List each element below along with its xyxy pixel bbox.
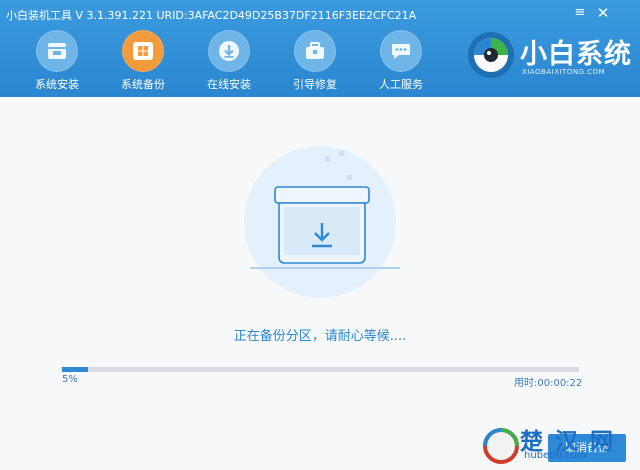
watermark-logo-icon: [483, 428, 519, 464]
nav-manual-service[interactable]: 人工服务: [363, 30, 439, 92]
status-text: 正在备份分区，请耐心等候....: [233, 329, 407, 344]
logo-mark-icon: [468, 32, 514, 78]
logo-subtitle: XIAOBAIXITONG.COM: [522, 68, 606, 76]
system-install-icon: [36, 30, 78, 72]
main-panel: 正在备份分区，请耐心等候.... 5% 用时:00:00:22 取消备份: [0, 97, 640, 470]
nav-label: 系统备份: [121, 78, 165, 91]
windows-backup-icon: [122, 30, 164, 72]
watermark-sub: hubeb0.com: [524, 450, 587, 461]
nav-label: 引导修复: [293, 78, 337, 91]
progress-fill: [62, 367, 88, 372]
nav-boot-repair[interactable]: 引导修复: [277, 30, 353, 92]
nav-online-install[interactable]: 在线安装: [191, 30, 267, 92]
nav-label: 在线安装: [207, 78, 251, 91]
download-circle-icon: [208, 30, 250, 72]
nav-label: 系统安装: [35, 78, 79, 91]
nav-label: 人工服务: [379, 78, 423, 91]
brand-logo: 小白系统 XIAOBAIXITONG.COM: [466, 28, 636, 88]
close-icon[interactable]: ✕: [594, 4, 612, 22]
backup-illustration-icon: [244, 146, 400, 298]
header-bar: 小白装机工具 V 3.1.391.221 URID:3AFAC2D49D25B3…: [0, 0, 640, 97]
nav-system-install[interactable]: 系统安装: [19, 30, 95, 92]
chat-icon: [380, 30, 422, 72]
elapsed-time: 用时:00:00:22: [514, 378, 583, 389]
watermark: 楚 汉 网 hubeb0.com: [480, 420, 640, 470]
window-title: 小白装机工具 V 3.1.391.221 URID:3AFAC2D49D25B3…: [6, 9, 417, 22]
progress-bar: [62, 367, 579, 372]
logo-title: 小白系统: [520, 39, 632, 70]
menu-icon[interactable]: ≡: [571, 4, 589, 22]
toolbox-icon: [294, 30, 336, 72]
progress-percent: 5%: [62, 374, 78, 385]
nav-system-backup[interactable]: 系统备份: [105, 30, 181, 92]
